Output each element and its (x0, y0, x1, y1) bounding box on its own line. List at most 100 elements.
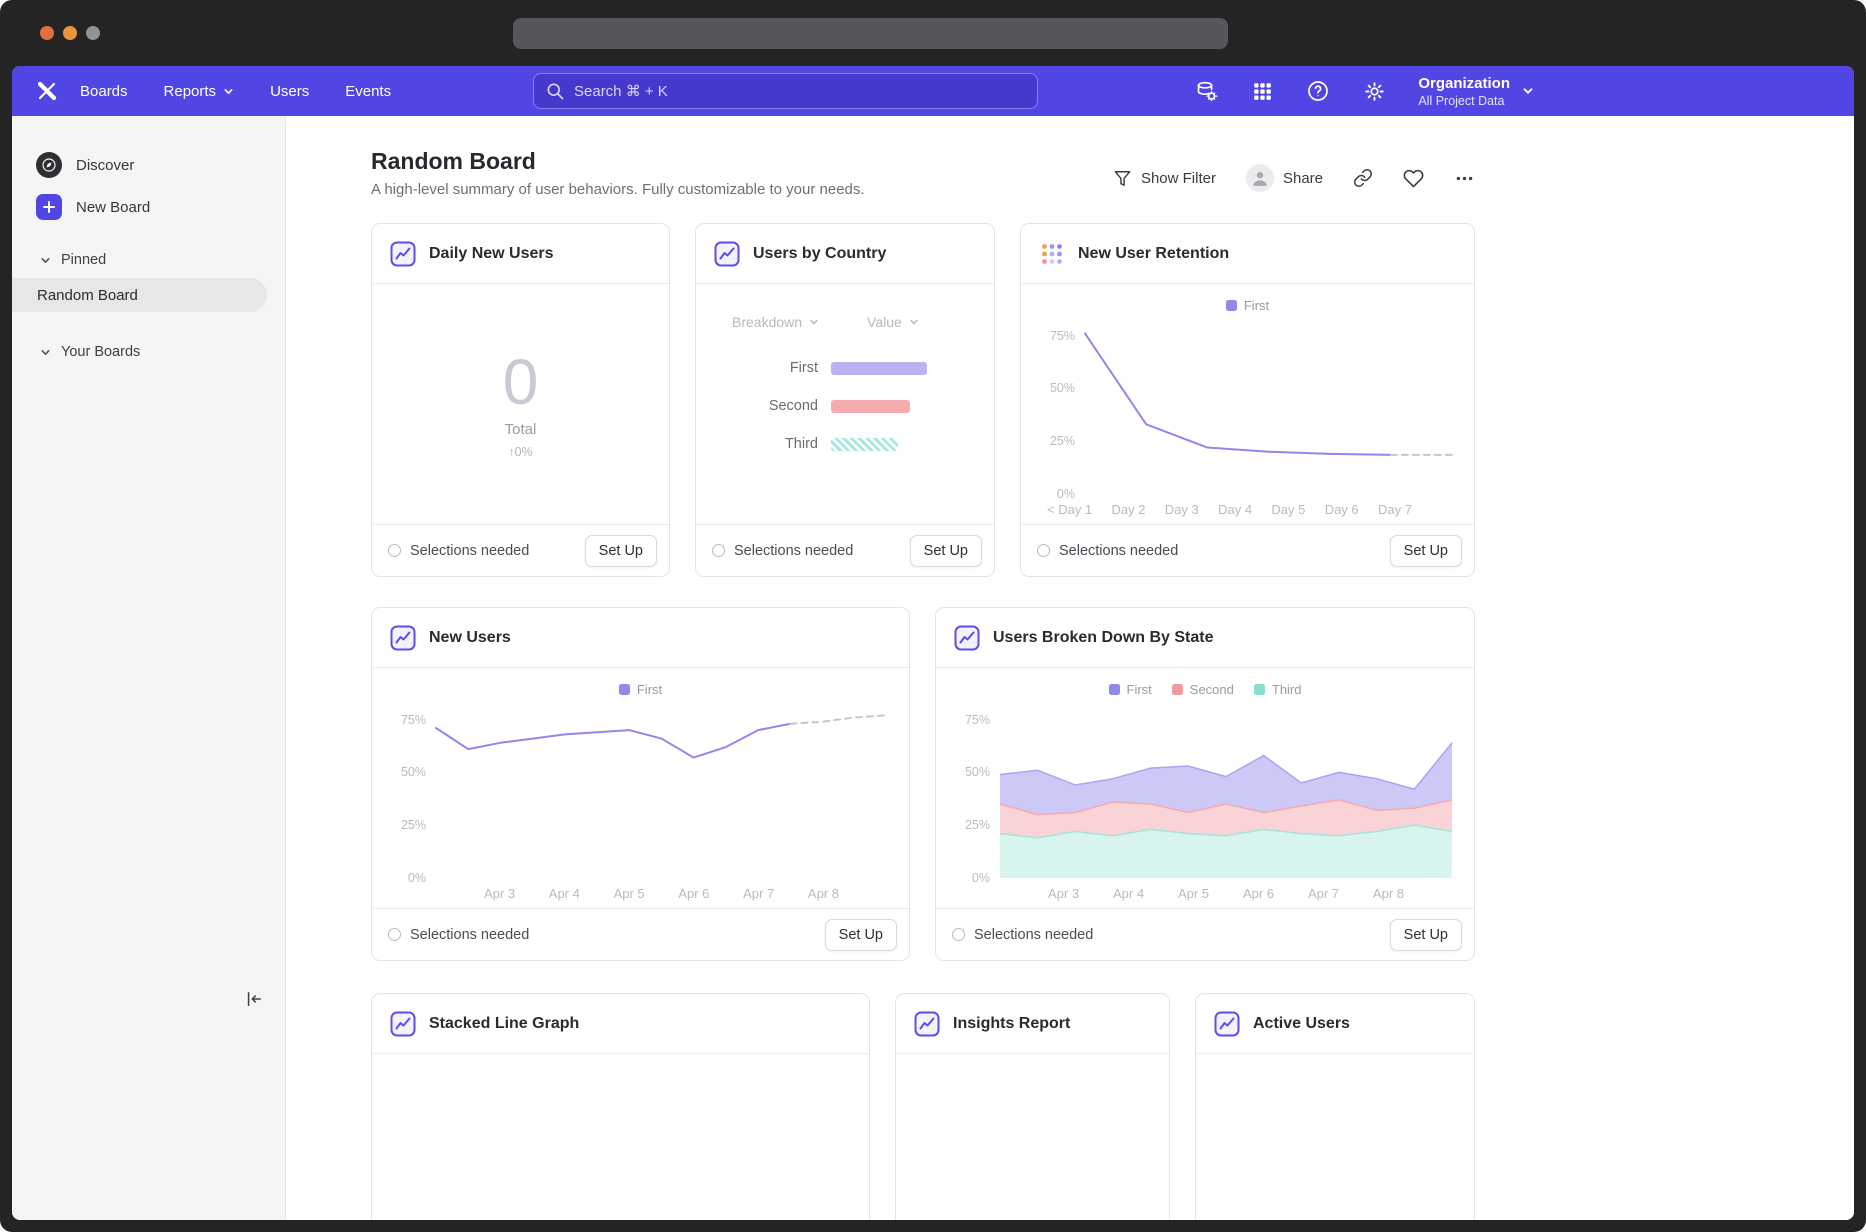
y-axis-label: 75% (965, 713, 990, 727)
copy-link-button[interactable] (1353, 168, 1373, 188)
legend-chip-icon (1226, 300, 1237, 311)
browser-window: Boards Reports Users Events (0, 0, 1866, 1232)
new-users-line-chart (436, 709, 887, 878)
x-axis-label: Apr 7 (743, 886, 774, 901)
show-filter-button[interactable]: Show Filter (1113, 169, 1216, 188)
card-new-users: New Users First 75%50%25%0% Apr 3Apr 4Ap… (371, 607, 910, 961)
chart-legend: First (394, 682, 887, 701)
card-header: New Users (372, 608, 909, 668)
insights-chart-icon (954, 625, 980, 651)
y-axis-label: 25% (401, 818, 426, 832)
help-icon[interactable] (1306, 79, 1330, 103)
selections-needed-status: Selections needed (1037, 543, 1178, 559)
bar-row-label: Second (696, 398, 831, 414)
y-axis: 75%50%25%0% (394, 709, 436, 878)
y-axis-label: 25% (1050, 434, 1075, 448)
x-axis-label: Day 3 (1165, 502, 1199, 517)
sidebar-section-your-boards[interactable]: Your Boards (12, 334, 285, 370)
data-management-icon[interactable] (1194, 79, 1218, 103)
value-dropdown[interactable]: Value (867, 314, 919, 330)
card-stacked-line-graph: Stacked Line Graph (371, 993, 870, 1220)
ellipsis-icon (1454, 168, 1475, 189)
bar (831, 400, 910, 413)
close-button[interactable] (40, 26, 54, 40)
sidebar-item-label: New Board (76, 199, 150, 216)
dropdown-label: Value (867, 314, 902, 330)
address-bar[interactable] (513, 18, 1228, 49)
nav-item-label: Reports (164, 83, 217, 100)
retention-grid-icon (1039, 241, 1065, 267)
metric-label: Total (505, 421, 537, 438)
x-axis-label: Apr 4 (1113, 886, 1144, 901)
nav-item-users[interactable]: Users (270, 83, 309, 100)
table-body: Breakdown Value First Second Third (696, 284, 994, 524)
traffic-lights (40, 26, 100, 40)
y-axis: 75%50%25%0% (1043, 325, 1085, 494)
set-up-button[interactable]: Set Up (585, 535, 657, 567)
minimize-button[interactable] (63, 26, 77, 40)
card-title: Active Users (1253, 1015, 1350, 1033)
card-users-by-state: Users Broken Down By State FirstSecondTh… (935, 607, 1475, 961)
settings-gear-icon[interactable] (1362, 79, 1386, 103)
chart-body: FirstSecondThird 75%50%25%0% Apr 3Apr 4A… (936, 668, 1474, 908)
chevron-down-icon (909, 317, 919, 327)
nav-links: Boards Reports Users Events (80, 83, 391, 100)
y-axis-label: 0% (1057, 487, 1075, 501)
legend-label: Second (1190, 682, 1234, 697)
sidebar-item-new-board[interactable]: New Board (12, 186, 285, 228)
nav-item-events[interactable]: Events (345, 83, 391, 100)
nav-right: Organization All Project Data (1194, 74, 1534, 109)
chevron-down-icon (1522, 85, 1534, 97)
show-filter-label: Show Filter (1141, 170, 1216, 187)
bar-row: Second (696, 398, 994, 414)
nav-item-reports[interactable]: Reports (164, 83, 235, 100)
mixpanel-logo-icon[interactable] (34, 78, 60, 104)
set-up-button[interactable]: Set Up (1390, 919, 1462, 951)
breakdown-dropdown[interactable]: Breakdown (732, 314, 819, 330)
sidebar-section-label: Pinned (61, 252, 106, 268)
zoom-button[interactable] (86, 26, 100, 40)
card-footer: Selections needed Set Up (696, 524, 994, 576)
status-label: Selections needed (410, 927, 529, 943)
sidebar-section-label: Your Boards (61, 344, 140, 360)
card-title: Daily New Users (429, 245, 554, 263)
card-header: Daily New Users (372, 224, 669, 284)
card-active-users: Active Users (1195, 993, 1475, 1220)
x-axis-label: Day 2 (1112, 502, 1146, 517)
card-insights-report: Insights Report (895, 993, 1170, 1220)
collapse-sidebar-icon[interactable] (239, 984, 269, 1014)
nav-item-boards[interactable]: Boards (80, 83, 128, 100)
favorite-button[interactable] (1403, 168, 1424, 189)
search-input[interactable] (533, 73, 1038, 109)
status-label: Selections needed (1059, 543, 1178, 559)
selections-needed-status: Selections needed (388, 927, 529, 943)
legend-item: First (1109, 682, 1152, 697)
more-options-button[interactable] (1454, 168, 1475, 189)
bar-row-label: First (696, 360, 831, 376)
org-switcher[interactable]: Organization All Project Data (1418, 74, 1534, 109)
sidebar-item-random-board[interactable]: Random Board (12, 278, 267, 312)
sidebar-item-label: Random Board (37, 287, 138, 304)
apps-grid-icon[interactable] (1250, 79, 1274, 103)
x-axis-label: Apr 8 (808, 886, 839, 901)
set-up-button[interactable]: Set Up (910, 535, 982, 567)
nav-item-label: Boards (80, 83, 128, 100)
y-axis-label: 25% (965, 818, 990, 832)
org-text: Organization All Project Data (1418, 74, 1510, 109)
sidebar-section-pinned[interactable]: Pinned (12, 242, 285, 278)
set-up-button[interactable]: Set Up (1390, 535, 1462, 567)
share-button[interactable]: Share (1246, 164, 1323, 192)
plus-icon (36, 194, 62, 220)
bar-row-label: Third (696, 436, 831, 452)
card-footer: Selections needed Set Up (936, 908, 1474, 960)
x-axis-label: Apr 3 (1048, 886, 1079, 901)
set-up-button[interactable]: Set Up (825, 919, 897, 951)
y-axis-label: 75% (1050, 329, 1075, 343)
stacked-area-chart (1000, 709, 1452, 878)
sidebar-item-discover[interactable]: Discover (12, 144, 285, 186)
x-axis-label: Day 4 (1218, 502, 1252, 517)
metric-delta: ↑0% (508, 445, 532, 459)
y-axis-label: 50% (1050, 381, 1075, 395)
main-content: Random Board A high-level summary of use… (286, 116, 1854, 1220)
legend-chip-icon (1254, 684, 1265, 695)
